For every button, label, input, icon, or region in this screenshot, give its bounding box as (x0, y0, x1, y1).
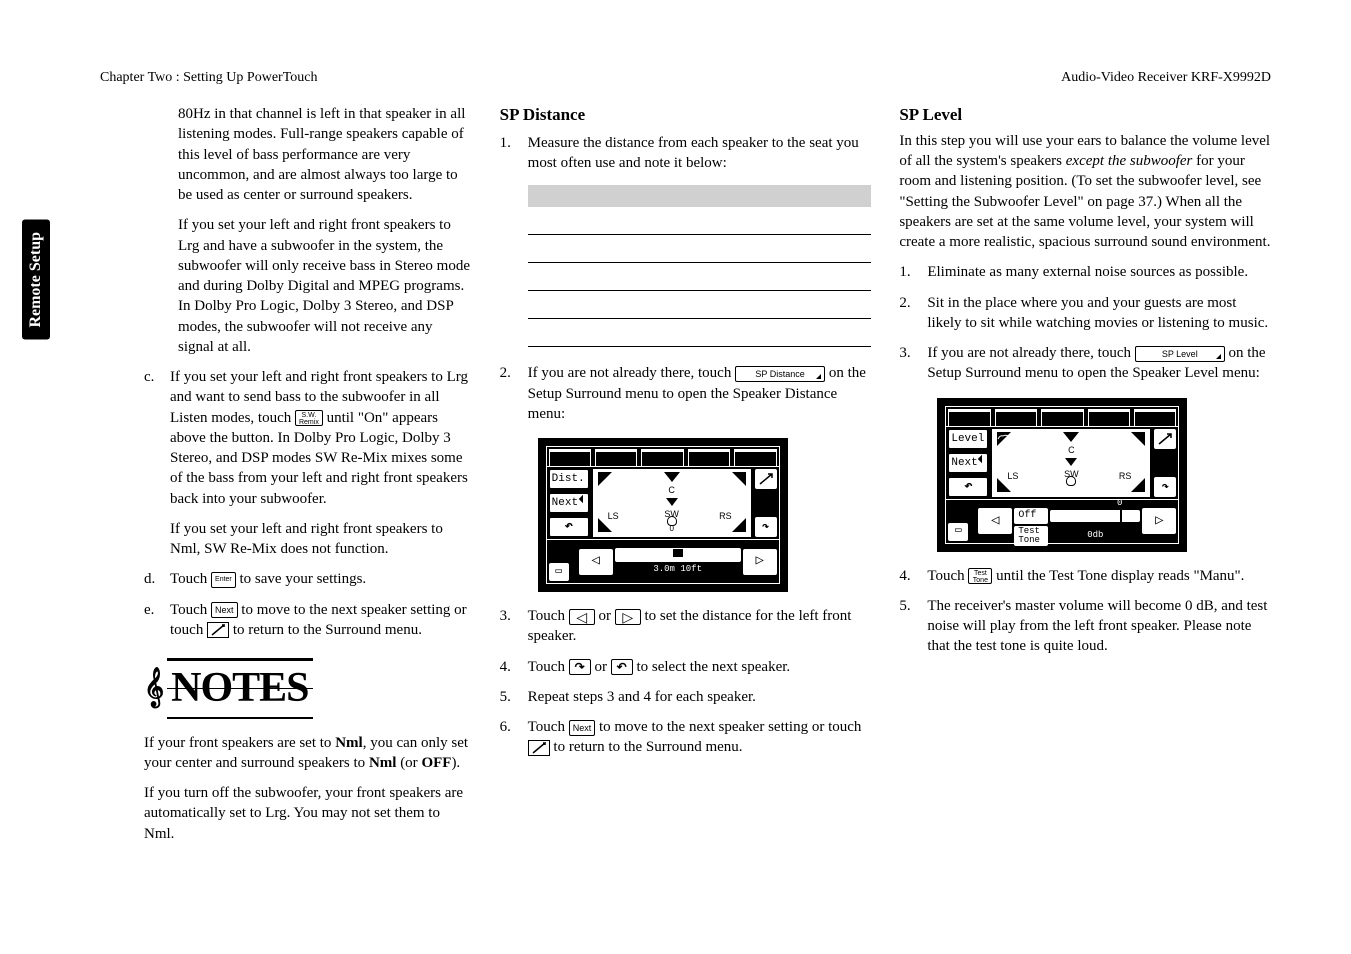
col2-step-5: 5. Repeat steps 3 and 4 for each speaker… (500, 687, 872, 707)
screen-rotate-left[interactable]: ↶ (549, 517, 589, 537)
item-c-text-1: If you set your left and right front spe… (170, 367, 472, 509)
notes-heading-icon: 𝄞NOTES (100, 658, 472, 719)
speaker-sw-icon (666, 498, 678, 506)
screen-return-button[interactable] (755, 469, 777, 489)
screen-left-arrow-2[interactable]: ◁ (978, 508, 1012, 534)
return-icon[interactable] (207, 622, 229, 638)
column-2: SP Distance 1. Measure the distance from… (500, 104, 872, 854)
sp-level-heading: SP Level (899, 104, 1271, 127)
input-line-1[interactable] (528, 185, 872, 207)
side-tab-remote-setup: Remote Setup (22, 220, 50, 340)
screen-rotate-left-2[interactable]: ↶ (948, 477, 988, 497)
treble-clef-icon: 𝄞 (144, 665, 163, 711)
speaker-diagram: C LS SW RS 0 (593, 469, 751, 537)
next-button-2[interactable]: Next (569, 720, 596, 736)
marker-c: c. (144, 367, 170, 559)
input-line-3[interactable] (528, 243, 872, 263)
screen-home-button[interactable]: ▭ (549, 563, 569, 581)
right-arrow-button[interactable]: ▷ (615, 609, 641, 625)
item-c: c. If you set your left and right front … (100, 367, 472, 559)
test-tone-label[interactable]: TestTone (1014, 526, 1048, 546)
speaker-diagram-2: C LS SW RS (992, 429, 1150, 497)
return-icon-2[interactable] (528, 740, 550, 756)
col2-step-4: 4. Touch ↷ or ↶ to select the next speak… (500, 657, 872, 677)
off-label: Off (1014, 508, 1048, 524)
col2-step-3: 3. Touch ◁ or ▷ to set the distance for … (500, 606, 872, 647)
speaker-distance-screen: Dist. Next ↶ (538, 438, 788, 592)
col3-step-4: 4. Touch TestTone until the Test Tone di… (899, 566, 1271, 586)
col1-para-2: If you set your left and right front spe… (178, 215, 472, 357)
header-chapter: Chapter Two : Setting Up PowerTouch (100, 70, 317, 86)
notes-para-1: If your front speakers are set to Nml, y… (100, 733, 472, 774)
speaker-r-icon (732, 472, 746, 486)
rotate-left-button[interactable]: ↶ (611, 659, 633, 675)
screen-rotate-right[interactable]: ↷ (755, 517, 777, 537)
item-c-text-2: If you set your left and right front spe… (170, 519, 472, 560)
test-tone-button[interactable]: TestTone (968, 568, 992, 584)
left-arrow-button[interactable]: ◁ (569, 609, 595, 625)
screen-return-button-2[interactable] (1154, 429, 1176, 449)
header-product: Audio-Video Receiver KRF-X9992D (1061, 70, 1271, 86)
item-e: e. Touch Next to move to the next speake… (100, 600, 472, 641)
col3-step-5: 5. The receiver's master volume will bec… (899, 596, 1271, 657)
screen-right-arrow-2[interactable]: ▷ (1142, 508, 1176, 534)
col2-step-1: 1. Measure the distance from each speake… (500, 133, 872, 174)
screen-rotate-right-2[interactable]: ↷ (1154, 477, 1176, 497)
item-d-text: Touch Enter to save your settings. (170, 569, 472, 589)
distance-value: 3.0m 10ft (615, 563, 741, 575)
speaker-c-icon (664, 472, 680, 482)
col3-intro: In this step you will use your ears to b… (899, 131, 1271, 253)
col3-step-3: 3. If you are not already there, touch S… (899, 343, 1271, 384)
speaker-rs-icon (732, 518, 746, 532)
col1-para-1: 80Hz in that channel is left in that spe… (178, 104, 472, 205)
input-line-6[interactable] (528, 327, 872, 347)
notes-para-2: If you turn off the subwoofer, your fron… (100, 783, 472, 844)
screen-next-button-2[interactable]: Next (948, 453, 988, 473)
screen-level-label: Level (948, 429, 988, 449)
column-3: SP Level In this step you will use your … (899, 104, 1271, 854)
screen-next-button[interactable]: Next (549, 493, 589, 513)
db-value: 0db (1050, 529, 1140, 541)
screen-right-arrow[interactable]: ▷ (743, 549, 777, 575)
col3-step-1: 1. Eliminate as many external noise sour… (899, 262, 1271, 282)
screen-home-button-2[interactable]: ▭ (948, 523, 968, 541)
input-line-5[interactable] (528, 299, 872, 319)
sp-distance-button[interactable]: SP Distance (735, 366, 825, 382)
next-button[interactable]: Next (211, 602, 238, 618)
sp-distance-heading: SP Distance (500, 104, 872, 127)
col2-step-6: 6. Touch Next to move to the next speake… (500, 717, 872, 758)
column-1: 80Hz in that channel is left in that spe… (100, 104, 472, 854)
item-e-text: Touch Next to move to the next speaker s… (170, 600, 472, 641)
col2-step-2: 2. If you are not already there, touch S… (500, 363, 872, 424)
speaker-l-icon (598, 472, 612, 486)
speaker-distance-input-lines[interactable] (528, 185, 872, 347)
marker-d: d. (144, 569, 170, 589)
speaker-level-screen: Level Next ↶ (937, 398, 1187, 552)
page-header: Chapter Two : Setting Up PowerTouch Audi… (50, 70, 1271, 86)
screen-dist-label: Dist. (549, 469, 589, 489)
col3-step-2: 2. Sit in the place where you and your g… (899, 293, 1271, 334)
enter-button[interactable]: Enter (211, 572, 236, 588)
level-slider[interactable] (1050, 510, 1140, 522)
marker-e: e. (144, 600, 170, 641)
item-d: d. Touch Enter to save your settings. (100, 569, 472, 589)
sw-remix-button[interactable]: S.W.Remix (295, 410, 323, 426)
input-line-2[interactable] (528, 215, 872, 235)
rotate-right-button[interactable]: ↷ (569, 659, 591, 675)
screen-left-arrow[interactable]: ◁ (579, 549, 613, 575)
screen-tab (549, 449, 591, 466)
notes-word: NOTES (167, 658, 312, 719)
distance-slider[interactable] (615, 548, 741, 562)
input-line-4[interactable] (528, 271, 872, 291)
sp-level-button[interactable]: SP Level (1135, 346, 1225, 362)
